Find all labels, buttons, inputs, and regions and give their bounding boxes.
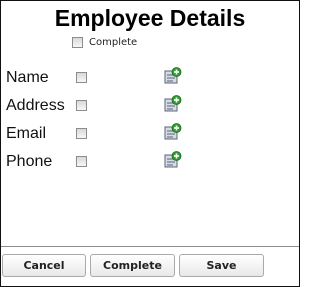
- field-checkbox-address[interactable]: [76, 100, 87, 111]
- field-label-phone: Phone: [6, 153, 53, 170]
- complete-checkbox-row[interactable]: Complete: [72, 37, 137, 48]
- footer-divider: [1, 246, 299, 247]
- field-row-phone: Phone: [1, 150, 299, 174]
- field-checkbox-email[interactable]: [76, 128, 87, 139]
- complete-checkbox-label: Complete: [89, 37, 138, 48]
- page-title: Employee Details: [54, 5, 246, 31]
- add-note-icon[interactable]: [164, 95, 182, 112]
- employee-details-panel: Employee Details Complete Name Address E…: [0, 0, 300, 287]
- add-note-icon[interactable]: [164, 67, 182, 84]
- field-checkbox-name[interactable]: [76, 72, 87, 83]
- add-note-icon[interactable]: [164, 151, 182, 168]
- field-row-email: Email: [1, 122, 299, 146]
- field-label-name: Name: [6, 69, 49, 86]
- field-row-name: Name: [1, 66, 299, 90]
- complete-button[interactable]: Complete: [90, 254, 175, 277]
- field-row-address: Address: [1, 94, 299, 118]
- field-label-address: Address: [6, 97, 65, 114]
- complete-checkbox[interactable]: [72, 37, 83, 48]
- add-note-icon[interactable]: [164, 123, 182, 140]
- field-checkbox-phone[interactable]: [76, 156, 87, 167]
- save-button[interactable]: Save: [179, 254, 264, 277]
- field-label-email: Email: [6, 125, 47, 142]
- cancel-button[interactable]: Cancel: [2, 254, 86, 277]
